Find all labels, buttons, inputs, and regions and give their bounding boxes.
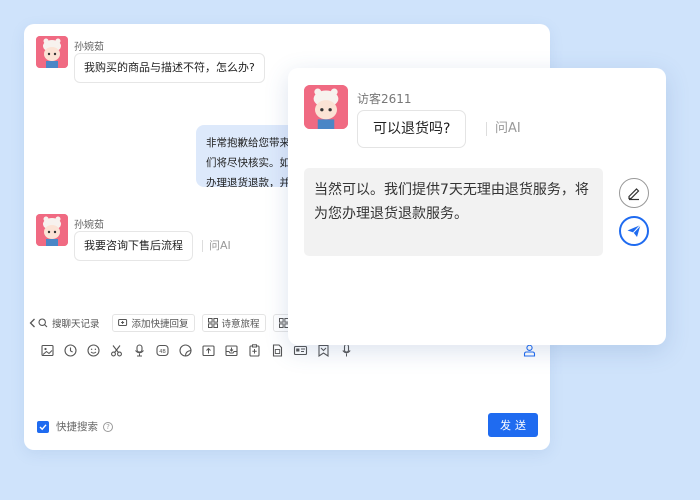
quick-search-checkbox[interactable] bbox=[37, 420, 49, 433]
add-reply-icon bbox=[117, 319, 127, 326]
ask-ai-link[interactable]: 问AI bbox=[486, 122, 521, 136]
clipboard-icon[interactable] bbox=[247, 343, 262, 358]
search-icon bbox=[38, 318, 48, 328]
paper-plane-icon bbox=[627, 224, 641, 237]
visitor-question-bubble: 可以退货吗? bbox=[357, 110, 467, 148]
document-icon[interactable] bbox=[270, 343, 285, 358]
quick-action-label: 诗意旅程 bbox=[221, 319, 260, 330]
message-bubble: 我购买的商品与描述不符，怎么办? bbox=[74, 53, 265, 83]
sticker-icon[interactable]: 4B bbox=[155, 343, 170, 358]
poetic-journey-button[interactable]: 诗意旅程 bbox=[201, 314, 266, 332]
person-icon[interactable] bbox=[522, 343, 537, 358]
ai-answer-text[interactable]: 当然可以。我们提供7天无理由退货服务，将为您办理退货退款服务。 bbox=[304, 168, 603, 256]
inbox-icon[interactable] bbox=[224, 343, 239, 358]
sender-name: 孙婉茹 bbox=[74, 220, 104, 231]
svg-text:4B: 4B bbox=[159, 349, 166, 355]
emoji-icon[interactable] bbox=[86, 343, 101, 358]
quick-search-option[interactable]: 快捷搜索 ? bbox=[37, 419, 113, 434]
visitor-name: 访客2611 bbox=[357, 92, 412, 106]
help-icon[interactable]: ? bbox=[103, 421, 113, 432]
ai-suggestion-card: 访客2611 可以退货吗? 问AI 当然可以。我们提供7天无理由退货服务，将为您… bbox=[288, 68, 666, 345]
gif-icon[interactable] bbox=[178, 343, 193, 358]
chevron-left-icon[interactable] bbox=[26, 314, 38, 332]
send-button[interactable]: 发送 bbox=[488, 413, 538, 437]
input-toolbar: 4B bbox=[40, 343, 354, 358]
edit-icon bbox=[628, 188, 640, 201]
avatar bbox=[36, 36, 68, 68]
quick-actions-bar: 搜聊天记录 添加快捷回复 诗意旅程 bbox=[24, 314, 324, 332]
quick-search-label: 快捷搜索 bbox=[56, 421, 98, 433]
search-history-button[interactable]: 搜聊天记录 bbox=[38, 314, 105, 332]
grid-icon bbox=[207, 318, 218, 328]
message-bubble: 我要咨询下售后流程 bbox=[74, 231, 193, 261]
folder-icon[interactable] bbox=[201, 343, 216, 358]
send-answer-button[interactable] bbox=[619, 216, 649, 246]
quick-action-label: 添加快捷回复 bbox=[131, 319, 189, 330]
edit-answer-button[interactable] bbox=[619, 178, 649, 208]
ask-ai-link[interactable]: 问AI bbox=[202, 240, 231, 252]
microphone-icon[interactable] bbox=[339, 343, 354, 358]
clock-icon[interactable] bbox=[63, 343, 78, 358]
visitor-avatar bbox=[304, 85, 348, 129]
avatar bbox=[36, 214, 68, 246]
image-icon[interactable] bbox=[40, 343, 55, 358]
voice-icon[interactable] bbox=[132, 343, 147, 358]
card-icon[interactable] bbox=[293, 343, 308, 358]
sender-name: 孙婉茹 bbox=[74, 42, 104, 53]
scissors-icon[interactable] bbox=[109, 343, 124, 358]
quick-action-label: 搜聊天记录 bbox=[52, 319, 100, 330]
bookmark-icon[interactable] bbox=[316, 343, 331, 358]
add-quick-reply-button[interactable]: 添加快捷回复 bbox=[111, 314, 195, 332]
